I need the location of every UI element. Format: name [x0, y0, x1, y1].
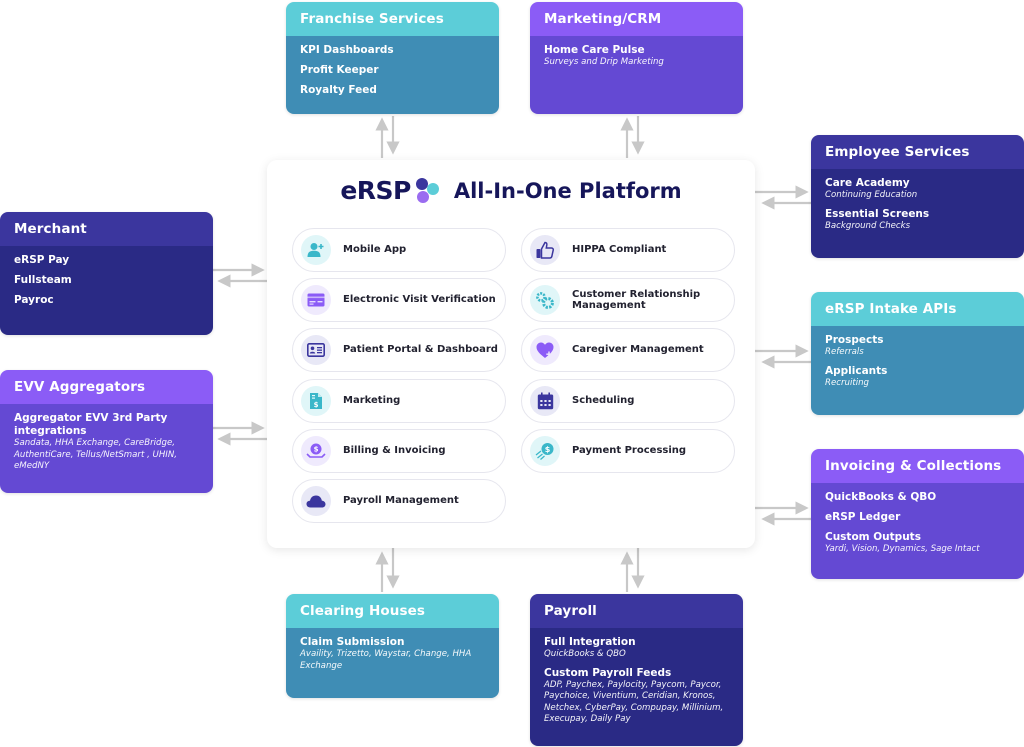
feature-hippa: HIPPA Compliant	[521, 228, 735, 272]
box-item: Custom Payroll Feeds	[544, 666, 672, 679]
feature-label: Marketing	[343, 395, 401, 407]
box-item-subtitle: Availity, Trizetto, Waystar, Change, HHA…	[300, 649, 472, 671]
box-title: Clearing Houses	[286, 594, 499, 628]
intake-apis-box: eRSP Intake APIs Prospects Referrals App…	[811, 292, 1024, 415]
box-item: Payroc	[14, 294, 54, 306]
id-card-icon	[301, 335, 331, 365]
feature-marketing: $ Marketing	[292, 379, 506, 423]
payroll-box: Payroll Full Integration QuickBooks & QB…	[530, 594, 743, 746]
coin-hand-icon: $	[301, 436, 331, 466]
box-item-subtitle: Recruiting	[825, 377, 870, 388]
box-item-subtitle: Surveys and Drip Marketing	[544, 57, 664, 67]
feature-crm: Customer Relationship Management	[521, 278, 735, 322]
feature-label: HIPPA Compliant	[572, 244, 667, 256]
svg-text:$: $	[545, 445, 551, 454]
box-item: Prospects	[825, 334, 884, 346]
clearing-houses-box: Clearing Houses Claim Submission Availit…	[286, 594, 499, 698]
box-title: Marketing/CRM	[530, 2, 743, 36]
heart-plus-icon	[530, 335, 560, 365]
employee-services-box: Employee Services Care Academy Continuin…	[811, 135, 1024, 258]
box-title: Invoicing & Collections	[811, 449, 1024, 483]
box-item-subtitle: QuickBooks & QBO	[544, 649, 626, 659]
feature-label: Payroll Management	[343, 495, 459, 507]
feature-label: Billing & Invoicing	[343, 445, 446, 457]
fast-dollar-icon: $	[530, 436, 560, 466]
box-title: Franchise Services	[286, 2, 499, 36]
box-item: Custom Outputs	[825, 531, 921, 543]
feature-evv: Electronic Visit Verification	[292, 278, 506, 322]
feature-scheduling: Scheduling	[521, 379, 735, 423]
feature-payroll-management: Payroll Management	[292, 479, 506, 523]
box-item: KPI Dashboards	[300, 44, 394, 56]
box-item: Care Academy	[825, 177, 910, 189]
svg-text:$: $	[314, 446, 319, 454]
feature-label: Electronic Visit Verification	[343, 294, 496, 306]
box-title: EVV Aggregators	[0, 370, 213, 404]
merchant-box: Merchant eRSP Pay Fullsteam Payroc	[0, 212, 213, 335]
feature-label: Customer Relationship Management	[572, 288, 701, 312]
thumbs-up-icon	[530, 235, 560, 265]
feature-billing: $ Billing & Invoicing	[292, 429, 506, 473]
box-item: Profit Keeper	[300, 64, 379, 76]
box-item-subtitle: Background Checks	[825, 220, 911, 231]
box-title: Merchant	[0, 212, 213, 246]
box-item: Claim Submission	[300, 636, 405, 648]
feature-label: Patient Portal & Dashboard	[343, 344, 498, 356]
feature-label: Scheduling	[572, 395, 635, 407]
box-item-subtitle: Referrals	[825, 347, 864, 357]
feature-label: Caregiver Management	[572, 344, 704, 356]
box-item-subtitle: Sandata, HHA Exchange, CareBridge, Authe…	[14, 438, 177, 472]
evv-aggregators-box: EVV Aggregators Aggregator EVV 3rd Party…	[0, 370, 213, 493]
feature-label: Payment Processing	[572, 445, 687, 457]
box-item-subtitle: Continuing Education	[825, 190, 918, 200]
box-title: Employee Services	[811, 135, 1024, 169]
box-item: Home Care Pulse	[544, 44, 645, 56]
logo-text: eRSP	[340, 176, 411, 205]
gears-icon	[530, 285, 560, 315]
box-item: QuickBooks & QBO	[825, 491, 937, 503]
feature-mobile-app: Mobile App	[292, 228, 506, 272]
feature-label: Mobile App	[343, 244, 407, 256]
feature-caregiver-management: Caregiver Management	[521, 328, 735, 372]
box-item: Essential Screens	[825, 207, 930, 220]
box-item: Royalty Feed	[300, 84, 377, 96]
platform-title-text: All-In-One Platform	[453, 178, 682, 203]
box-title: eRSP Intake APIs	[811, 292, 1024, 326]
platform-card: eRSP All-In-One Platform Mobile App Elec…	[267, 160, 755, 548]
marketing-crm-box: Marketing/CRM Home Care Pulse Surveys an…	[530, 2, 743, 114]
invoice-dollar-icon: $	[301, 386, 331, 416]
cloud-icon	[301, 486, 331, 516]
box-item-subtitle: Yardi, Vision, Dynamics, Sage Intact	[825, 544, 980, 554]
box-title: Payroll	[530, 594, 743, 628]
card-icon	[301, 285, 331, 315]
platform-title: eRSP All-In-One Platform	[267, 176, 755, 205]
box-item: eRSP Ledger	[825, 511, 901, 523]
add-user-icon	[301, 235, 331, 265]
box-item-subtitle: ADP, Paychex, Paylocity, Paycom, Paycor,…	[544, 679, 724, 725]
invoicing-collections-box: Invoicing & Collections QuickBooks & QBO…	[811, 449, 1024, 579]
calendar-icon	[530, 386, 560, 416]
box-item: eRSP Pay	[14, 254, 70, 266]
feature-payment-processing: $ Payment Processing	[521, 429, 735, 473]
franchise-services-box: Franchise Services KPI Dashboards Profit…	[286, 2, 499, 114]
svg-text:$: $	[314, 401, 319, 409]
box-item: Fullsteam	[14, 274, 72, 286]
feature-patient-portal: Patient Portal & Dashboard	[292, 328, 506, 372]
logo-dots-icon	[414, 177, 442, 205]
box-item: Applicants	[825, 364, 888, 377]
box-item: Aggregator EVV 3rd Party integrations	[14, 412, 168, 437]
box-item: Full Integration	[544, 636, 636, 648]
